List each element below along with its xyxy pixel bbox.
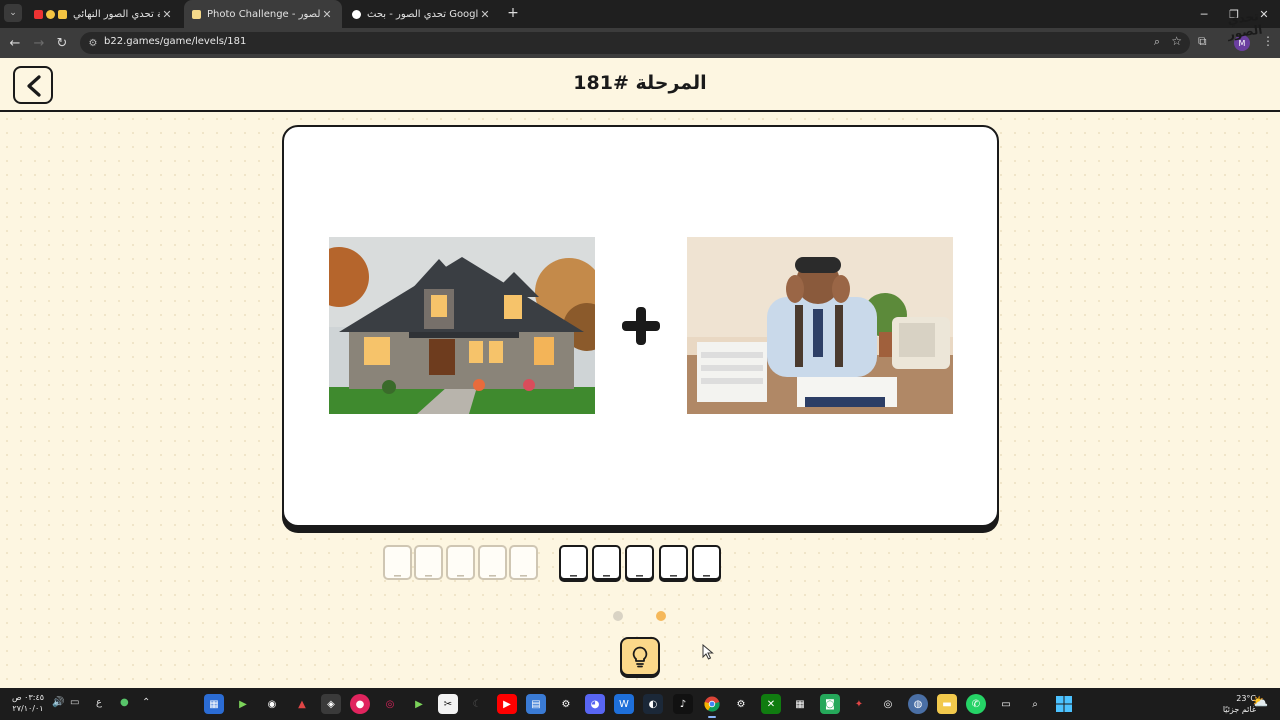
adobe-app-icon[interactable]: ▲: [292, 694, 312, 714]
media-app-icon[interactable]: ▶: [409, 694, 429, 714]
moon-app-icon[interactable]: ☾: [467, 694, 487, 714]
photos-app-icon[interactable]: ▤: [526, 694, 546, 714]
chrome-app-icon[interactable]: [702, 694, 722, 718]
whatsapp-app-icon[interactable]: ✆: [966, 694, 986, 714]
game-app-icon[interactable]: ✦: [849, 694, 869, 714]
level-title: المرحلة #181: [573, 72, 707, 94]
tab-close-icon[interactable]: ✕: [320, 8, 334, 21]
capcut-app-icon[interactable]: ✂: [438, 694, 458, 714]
letter-slot[interactable]: _: [625, 545, 654, 580]
letter-slot[interactable]: _: [559, 545, 588, 580]
address-url[interactable]: b22.games/game/levels/181: [104, 36, 246, 47]
clock-time: ٠٣:٤٥ ص: [11, 693, 45, 702]
hint-button[interactable]: [620, 637, 660, 676]
tab-title: تحدي الصور - بحث Google: [367, 8, 478, 20]
taskbar-clock[interactable]: ٠٣:٤٥ ص ٢٧/١٠/٠١: [8, 692, 48, 714]
letter-slot[interactable]: _: [659, 545, 688, 580]
site-info-icon[interactable]: ⚙: [86, 36, 100, 50]
reload-icon[interactable]: ↻: [53, 34, 71, 52]
chevron-left-icon: [27, 75, 41, 97]
clue-image-stressed-worker: [687, 237, 953, 414]
windows-taskbar: ٠٣:٤٥ ص ٢٧/١٠/٠١ 🔊 ▭ ع ● ⌃ ▦ ▶ ◉ ▲ ◈ ● ◎…: [0, 688, 1280, 720]
tray-expand-icon[interactable]: ⌃: [142, 697, 150, 708]
settings-app-icon[interactable]: ⚙: [731, 694, 751, 714]
back-button[interactable]: [13, 66, 53, 104]
weather-widget[interactable]: 23°C غائم جزئيًا: [1206, 693, 1256, 715]
minimize-icon[interactable]: ─: [1188, 0, 1220, 28]
game-favicon-icon: [192, 9, 201, 19]
discord-app-icon[interactable]: ◕: [585, 694, 605, 714]
record-app-icon[interactable]: ●: [350, 694, 370, 714]
weather-condition: غائم جزئيًا: [1222, 705, 1256, 714]
clue-image-house: [329, 237, 595, 414]
play-app-icon[interactable]: ▶: [233, 694, 253, 714]
pager-dot[interactable]: [613, 611, 623, 621]
android-app-icon[interactable]: ◙: [820, 694, 840, 714]
resolve-app-icon[interactable]: ◈: [321, 694, 341, 714]
file-explorer-icon[interactable]: ▬: [937, 694, 957, 714]
letter-slot[interactable]: _: [692, 545, 721, 580]
mouse-cursor-icon: [702, 644, 714, 660]
clock-date: ٢٧/١٠/٠١: [12, 704, 44, 713]
new-tab-icon[interactable]: +: [504, 4, 522, 22]
tab-close-icon[interactable]: ✕: [160, 8, 174, 21]
circle-app-icon[interactable]: ◎: [878, 694, 898, 714]
youtube-favicon-icon: [34, 9, 43, 19]
letter-slot[interactable]: _: [509, 545, 538, 580]
obs-app-icon[interactable]: ◉: [262, 694, 282, 714]
address-bar[interactable]: ⚙ b22.games/game/levels/181 ⌕ ☆: [80, 32, 1190, 54]
weather-temperature: 23°C: [1236, 694, 1256, 703]
tab-google-search[interactable]: تحدي الصور - بحث Google ✕: [344, 0, 500, 28]
letter-slot[interactable]: _: [592, 545, 621, 580]
letter-slot[interactable]: _: [446, 545, 475, 580]
tab-title: بطولة تحدي الصور النهائي: [73, 8, 160, 20]
tab-photo-challenge[interactable]: Photo Challenge - تحدي الصور ✕: [184, 0, 342, 28]
task-view-icon[interactable]: ▭: [996, 694, 1016, 714]
browser-tabstrip: ⌄ بطولة تحدي الصور النهائي ✕ Photo Chall…: [0, 0, 1280, 28]
letter-slot[interactable]: _: [478, 545, 507, 580]
letter-slot[interactable]: _: [414, 545, 443, 580]
bookmark-star-icon[interactable]: ☆: [1171, 34, 1182, 48]
letter-slot[interactable]: _: [383, 545, 412, 580]
back-arrow-icon[interactable]: ←: [6, 34, 24, 52]
partly-cloudy-icon: ⛅: [1252, 695, 1269, 710]
pager-dot-active[interactable]: [656, 611, 666, 621]
tab-final-tournament[interactable]: بطولة تحدي الصور النهائي ✕: [26, 0, 182, 28]
puzzle-card: [282, 125, 999, 527]
calculator-app-icon[interactable]: ▦: [790, 694, 810, 714]
zoom-icon[interactable]: ⌕: [1154, 35, 1160, 49]
tab-close-icon[interactable]: ✕: [478, 8, 492, 21]
settings-gear-app-icon[interactable]: ⚙: [556, 694, 576, 714]
windows-start-icon[interactable]: [1054, 694, 1074, 714]
moon-favicon-icon: [46, 9, 55, 19]
forward-arrow-icon[interactable]: →: [30, 34, 48, 52]
steam-app-icon[interactable]: ◐: [643, 694, 663, 714]
microphone-icon[interactable]: ●: [120, 697, 129, 708]
search-icon[interactable]: ⌕: [1025, 694, 1045, 714]
game-header: المرحلة #181: [0, 58, 1280, 112]
browser-app-icon[interactable]: ◍: [908, 694, 928, 714]
google-favicon-icon: [352, 9, 361, 19]
volume-icon[interactable]: 🔊: [52, 697, 64, 708]
extensions-icon[interactable]: ⧉: [1198, 34, 1207, 49]
network-icon[interactable]: ▭: [70, 697, 79, 708]
xbox-app-icon[interactable]: ✕: [761, 694, 781, 714]
language-indicator[interactable]: ع: [96, 697, 102, 708]
browser-toolbar: ← → ↻ ⚙ b22.games/game/levels/181 ⌕ ☆: [0, 28, 1280, 58]
lightbulb-icon: [632, 646, 648, 668]
plus-icon: [622, 307, 660, 345]
word-app-icon[interactable]: W: [614, 694, 634, 714]
youtube-app-icon[interactable]: ▶: [497, 694, 517, 714]
star-favicon-icon: [58, 9, 67, 19]
calendar-app-icon[interactable]: ▦: [204, 694, 224, 714]
tiktok-app-icon[interactable]: ♪: [673, 694, 693, 714]
podcast-app-icon[interactable]: ◎: [380, 694, 400, 714]
tab-search-icon[interactable]: ⌄: [4, 4, 22, 22]
tab-title: Photo Challenge - تحدي الصور: [207, 8, 320, 20]
